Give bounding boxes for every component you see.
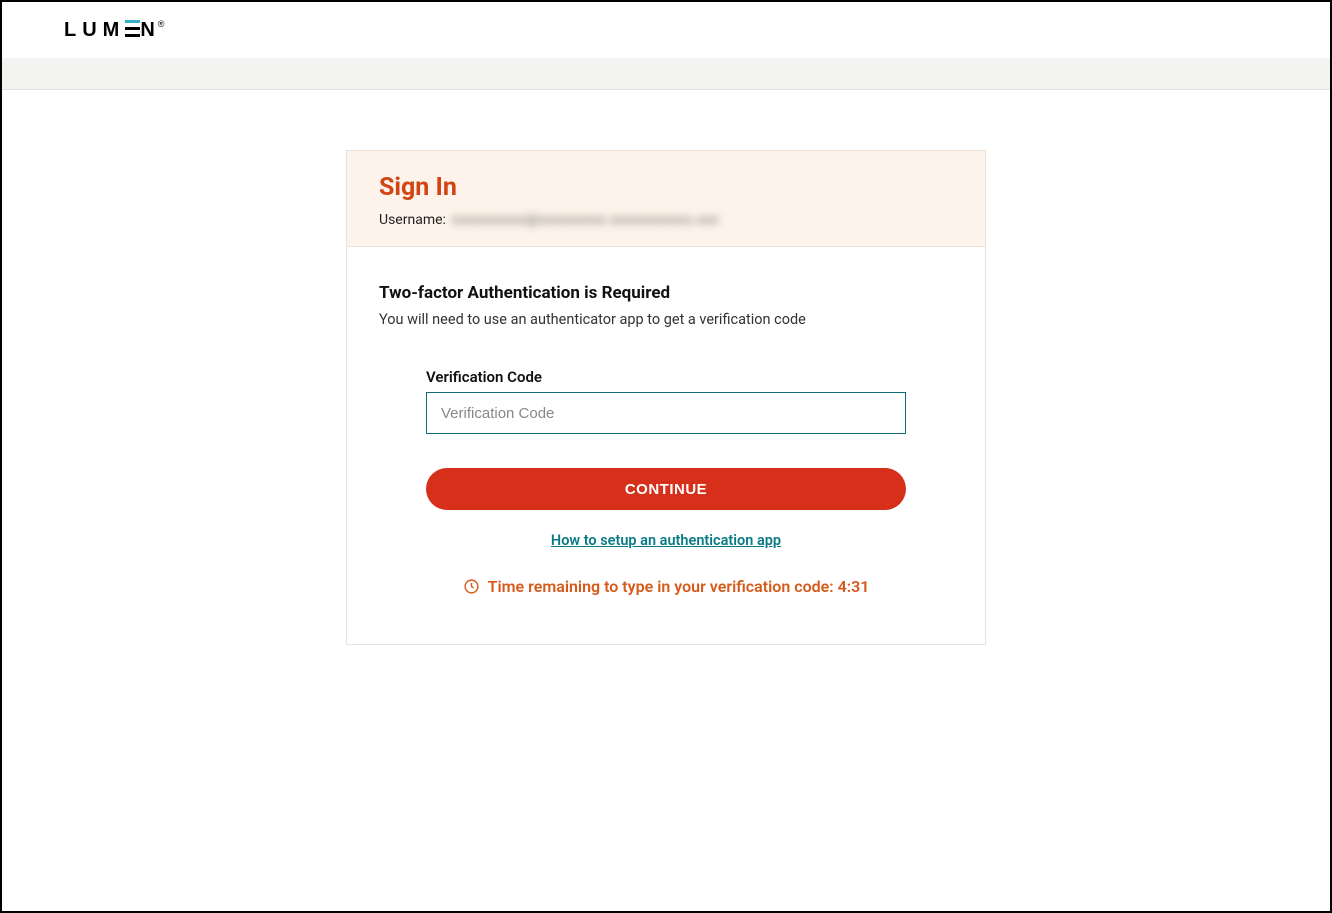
timer-row: Time remaining to type in your verificat… <box>426 577 906 596</box>
sub-header-bar <box>2 58 1330 90</box>
timer-prefix: Time remaining to type in your verificat… <box>488 577 838 596</box>
username-value: xxxxxxxxxx@xxxxxxxxx.xxxxxxxxxxx.xxx <box>452 212 719 228</box>
card-header: Sign In Username: xxxxxxxxxx@xxxxxxxxx.x… <box>347 151 985 247</box>
tfa-subtext: You will need to use an authenticator ap… <box>379 311 953 328</box>
timer-value: 4:31 <box>838 577 870 596</box>
signin-card: Sign In Username: xxxxxxxxxx@xxxxxxxxx.x… <box>346 150 986 645</box>
username-row: Username: xxxxxxxxxx@xxxxxxxxx.xxxxxxxxx… <box>379 212 953 228</box>
app-header: LUMN® <box>2 2 1330 58</box>
continue-button[interactable]: CONTINUE <box>426 468 906 510</box>
signin-title: Sign In <box>379 173 953 202</box>
code-label: Verification Code <box>426 368 906 386</box>
clock-icon <box>463 578 480 595</box>
verification-form: Verification Code CONTINUE How to setup … <box>426 368 906 596</box>
brand-logo: LUMN® <box>64 20 164 40</box>
card-body: Two-factor Authentication is Required Yo… <box>347 247 985 644</box>
username-label: Username: <box>379 212 446 228</box>
logo-e-icon <box>125 20 140 37</box>
timer-text: Time remaining to type in your verificat… <box>488 577 870 596</box>
setup-auth-app-link[interactable]: How to setup an authentication app <box>426 532 906 549</box>
verification-code-input[interactable] <box>426 392 906 434</box>
main-content: Sign In Username: xxxxxxxxxx@xxxxxxxxx.x… <box>2 90 1330 645</box>
tfa-heading: Two-factor Authentication is Required <box>379 283 953 303</box>
